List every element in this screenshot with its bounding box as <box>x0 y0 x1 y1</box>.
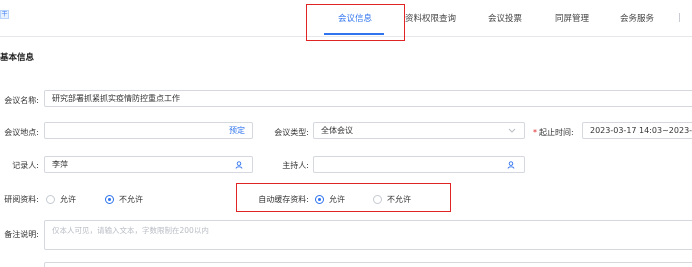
time-range-input[interactable]: 2023-03-17 14:03~2023-03-19 14 <box>582 122 692 139</box>
radio-circle-icon <box>46 195 55 204</box>
recorder-value: 李萍 <box>52 160 68 169</box>
meeting-name-label: 会议名称: <box>4 96 39 105</box>
review-materials-deny-radio[interactable]: 不允许 <box>105 194 143 205</box>
meeting-type-value: 全体会议 <box>321 126 353 135</box>
remarks-textarea[interactable]: 仅本人可见，请输入文本，字数限制在200以内 <box>44 220 692 250</box>
user-icon[interactable] <box>507 161 515 169</box>
meeting-type-select[interactable]: 全体会议 <box>313 122 525 139</box>
tab-meeting-vote[interactable]: 会议投票 <box>488 12 522 24</box>
host-label: 主持人: <box>282 161 309 170</box>
app-logo-icon: 干 <box>0 10 9 19</box>
reserve-place-link[interactable]: 预定 <box>229 123 245 138</box>
auto-cache-label: 自动缓存资料: <box>258 195 309 204</box>
recorder-input[interactable]: 李萍 <box>44 156 253 173</box>
time-range-value: 2023-03-17 14:03~2023-03-19 14 <box>590 126 692 135</box>
radio-checked-icon <box>105 195 114 204</box>
required-asterisk: * <box>533 128 537 137</box>
meeting-type-label: 会议类型: <box>274 128 309 137</box>
review-materials-deny-label: 不允许 <box>119 195 143 204</box>
tab-meeting-info[interactable]: 会议信息 <box>338 12 372 24</box>
radio-checked-icon <box>315 195 324 204</box>
recorder-label: 记录人: <box>12 161 39 170</box>
auto-cache-deny-radio[interactable]: 不允许 <box>373 194 411 205</box>
active-tab-indicator <box>324 33 384 35</box>
tab-screen-share-management[interactable]: 同屏管理 <box>555 12 589 24</box>
tab-material-permission-query[interactable]: 资料权限查询 <box>405 12 456 24</box>
auto-cache-allow-label: 允许 <box>329 195 345 204</box>
meeting-name-input[interactable]: 研究部署抓紧抓实疫情防控重点工作 <box>44 90 692 107</box>
nav-divider <box>679 13 680 22</box>
chevron-down-icon <box>508 128 516 133</box>
auto-cache-allow-radio[interactable]: 允许 <box>315 194 345 205</box>
review-materials-allow-radio[interactable]: 允许 <box>46 194 76 205</box>
meeting-name-value: 研究部署抓紧抓实疫情防控重点工作 <box>52 94 180 103</box>
auto-cache-deny-label: 不允许 <box>387 195 411 204</box>
review-materials-allow-label: 允许 <box>60 195 76 204</box>
review-materials-label: 研阅资料: <box>4 195 39 204</box>
meeting-place-input[interactable]: 预定 <box>44 122 253 139</box>
top-nav-bar: 干 会议信息 资料权限查询 会议投票 同屏管理 会务服务 <box>0 0 692 37</box>
meeting-place-label: 会议地点: <box>4 128 39 137</box>
user-icon[interactable] <box>235 161 243 169</box>
remarks-placeholder: 仅本人可见，请输入文本，字数限制在200以内 <box>52 226 209 235</box>
tab-meeting-service[interactable]: 会务服务 <box>620 12 654 24</box>
radio-circle-icon <box>373 195 382 204</box>
next-field-partial <box>44 262 692 267</box>
section-title-basic-info: 基本信息 <box>0 53 35 63</box>
host-input[interactable] <box>313 156 525 173</box>
time-range-label: * 起止时间: <box>533 127 574 138</box>
remarks-label: 备注说明: <box>4 230 39 239</box>
time-range-label-text: 起止时间: <box>539 128 574 137</box>
